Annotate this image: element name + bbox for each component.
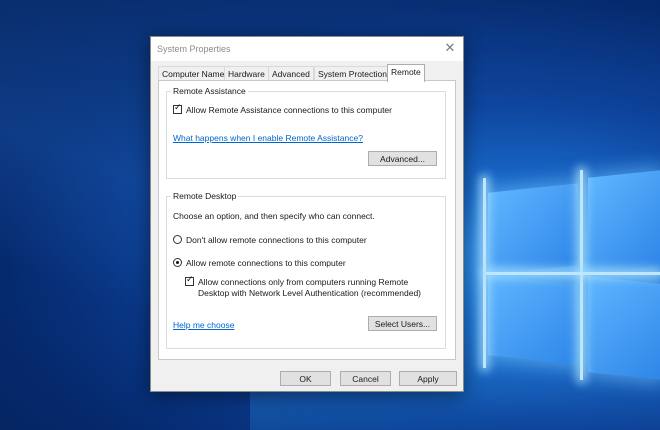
instruction-text: Choose an option, and then specify who c…: [173, 211, 375, 221]
group-label: Remote Assistance: [171, 86, 248, 96]
tab-label: Hardware: [228, 69, 265, 79]
cancel-button[interactable]: Cancel: [340, 371, 391, 386]
nla-label-line2: Desktop with Network Level Authenticatio…: [198, 288, 421, 298]
checkbox-label: Allow Remote Assistance connections to t…: [186, 105, 392, 115]
nla-label-line1: Allow connections only from computers ru…: [198, 277, 409, 287]
logo-pane: [588, 170, 660, 274]
remote-assistance-group: Remote Assistance Allow Remote Assistanc…: [166, 86, 446, 179]
group-label: Remote Desktop: [171, 191, 239, 201]
remote-assistance-help-link[interactable]: What happens when I enable Remote Assist…: [173, 133, 363, 143]
tab-remote[interactable]: Remote: [387, 64, 425, 82]
nla-checkbox[interactable]: [185, 275, 194, 286]
dont-allow-radio[interactable]: [173, 235, 182, 244]
remote-desktop-group: Remote Desktop Choose an option, and the…: [166, 191, 446, 349]
system-properties-dialog: System Properties ✕ Computer Name Hardwa…: [150, 36, 464, 392]
title-bar[interactable]: System Properties ✕: [151, 37, 463, 61]
logo-edge: [486, 272, 660, 275]
logo-pane: [588, 276, 660, 380]
logo-pane: [488, 275, 578, 365]
tab-computer-name[interactable]: Computer Name: [158, 66, 229, 81]
advanced-button[interactable]: Advanced...: [368, 151, 437, 166]
window-title: System Properties: [157, 44, 231, 54]
logo-pane: [488, 183, 578, 275]
radio-label: Don't allow remote connections to this c…: [186, 235, 367, 245]
allow-remote-radio[interactable]: [173, 258, 182, 267]
tab-label: Remote: [391, 67, 421, 77]
dialog-body: Computer Name Hardware Advanced System P…: [151, 61, 463, 391]
ok-button[interactable]: OK: [280, 371, 331, 386]
remote-tab-page: Remote Assistance Allow Remote Assistanc…: [158, 80, 456, 360]
radio-label: Allow remote connections to this compute…: [186, 258, 346, 268]
tab-system-protection[interactable]: System Protection: [314, 66, 391, 81]
logo-edge: [580, 170, 583, 380]
close-icon[interactable]: ✕: [443, 41, 457, 55]
tab-label: Computer Name: [162, 69, 225, 79]
select-users-button[interactable]: Select Users...: [368, 316, 437, 331]
tab-hardware[interactable]: Hardware: [224, 66, 269, 81]
tab-label: Advanced: [272, 69, 310, 79]
help-me-choose-link[interactable]: Help me choose: [173, 320, 234, 330]
allow-remote-assistance-checkbox[interactable]: [173, 103, 182, 114]
tab-label: System Protection: [318, 69, 387, 79]
apply-button[interactable]: Apply: [399, 371, 457, 386]
tab-advanced[interactable]: Advanced: [268, 66, 314, 81]
